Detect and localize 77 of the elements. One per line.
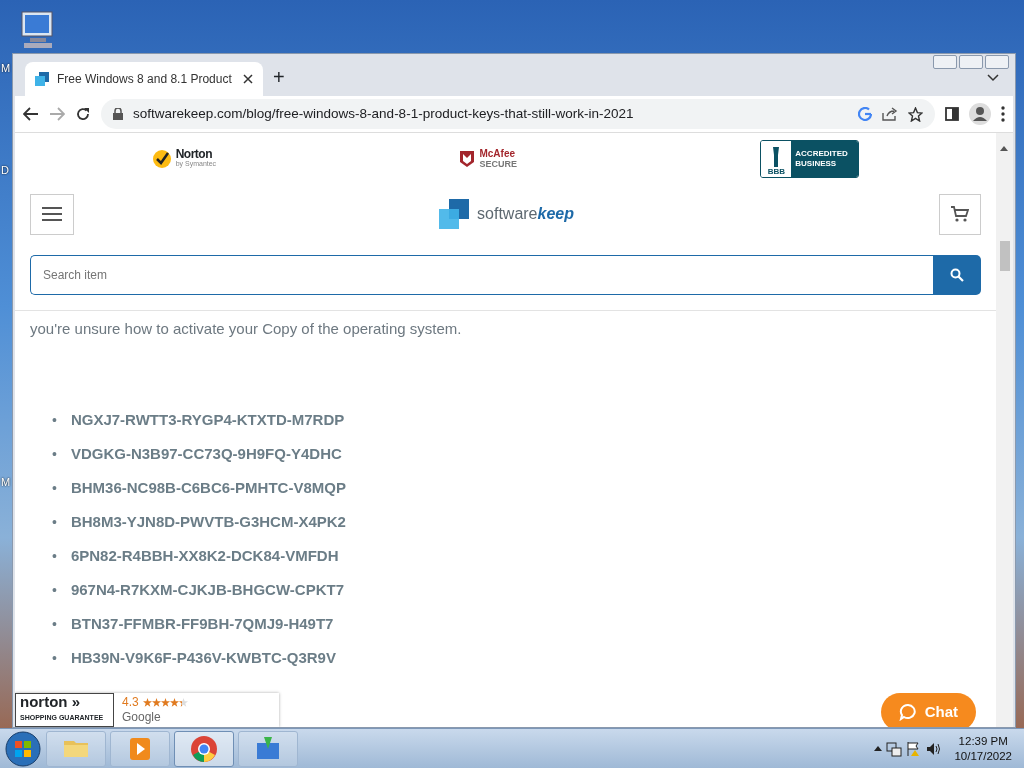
menu-button[interactable] xyxy=(30,193,74,235)
bullet: • xyxy=(52,580,57,599)
shield-icon xyxy=(459,150,476,168)
bullet: • xyxy=(52,512,57,531)
bullet: • xyxy=(52,410,57,429)
bullet: • xyxy=(52,614,57,633)
network-icon[interactable] xyxy=(886,740,903,757)
taskbar-app-button[interactable] xyxy=(238,730,298,767)
badge-subtitle: SECURE xyxy=(479,159,517,169)
product-key: 6PN82-R4BBH-XX8K2-DCK84-VMFDH xyxy=(70,545,339,566)
scrollbar[interactable] xyxy=(996,133,1013,727)
cart-icon xyxy=(951,206,969,222)
paragraph-text: you're unsure how to activate your Copy of the operating system. xyxy=(30,319,463,339)
badge-title: Norton xyxy=(175,150,213,159)
logo-icon xyxy=(439,199,470,229)
seal-brand: norton » xyxy=(20,694,81,710)
desktop-icon-label: M xyxy=(1,475,11,490)
bullet: • xyxy=(52,444,57,463)
logo-text: softwarekeep xyxy=(477,204,574,224)
product-key: BH8M3-YJN8D-PWVTB-G3HCM-X4PK2 xyxy=(70,511,346,532)
badge-subtitle: ACCREDITED BUSINESS xyxy=(795,149,849,169)
bullet: • xyxy=(52,478,57,497)
browser-tab[interactable]: Free Windows 8 and 8.1 Product xyxy=(25,62,263,96)
search-icon xyxy=(950,268,964,282)
bullet: • xyxy=(52,648,57,667)
chat-bubble-icon xyxy=(898,702,917,721)
hamburger-icon xyxy=(42,207,62,221)
product-key: 967N4-R7KXM-CJKJB-BHGCW-CPKT7 xyxy=(70,579,344,600)
badge-logo-text: BBB xyxy=(767,167,785,176)
close-button[interactable] xyxy=(985,55,1009,69)
product-key: NGXJ7-RWTT3-RYGP4-KTXTD-M7RDP xyxy=(70,409,345,430)
menu-icon[interactable] xyxy=(1001,106,1005,122)
lock-icon xyxy=(113,108,123,120)
scroll-up-icon[interactable] xyxy=(1000,146,1008,152)
review-source: Google xyxy=(122,710,162,725)
date-text: 10/17/2022 xyxy=(954,748,1012,764)
star-icon xyxy=(178,698,188,707)
share-icon[interactable] xyxy=(882,107,898,121)
product-key: BTN37-FFMBR-FF9BH-7QMJ9-H49T7 xyxy=(70,613,334,634)
time-text: 12:39 PM xyxy=(957,733,1009,749)
star-icon xyxy=(160,698,170,707)
side-panel-icon[interactable] xyxy=(945,107,959,121)
minimize-button[interactable] xyxy=(933,55,957,69)
product-key: VDGKG-N3B97-CC73Q-9H9FQ-Y4DHC xyxy=(70,443,342,464)
badge-title: McAfee xyxy=(479,149,517,159)
star-icon[interactable] xyxy=(908,106,923,122)
chevron-down-icon[interactable] xyxy=(987,74,999,82)
maximize-button[interactable] xyxy=(959,55,983,69)
taskbar-app-button[interactable] xyxy=(174,730,234,767)
search-button[interactable] xyxy=(933,255,981,295)
star-icon xyxy=(151,698,161,707)
close-icon[interactable] xyxy=(243,74,253,84)
search-field[interactable]: Search item xyxy=(30,255,933,295)
desktop-icon-label: M xyxy=(1,61,11,76)
product-key: BHM36-NC98B-C6BC6-PMHTC-V8MQP xyxy=(70,477,346,498)
show-hidden-icons-icon[interactable] xyxy=(874,746,883,751)
product-key: HB39N-V9K6F-P436V-KWBTC-Q3R9V xyxy=(70,647,336,668)
clock[interactable]: 12:39 PM 10/17/2022 xyxy=(954,733,1012,764)
tab-title: Free Windows 8 and 8.1 Product xyxy=(57,71,233,88)
back-icon[interactable] xyxy=(23,107,39,121)
start-button-icon[interactable] xyxy=(4,729,42,768)
checkmark-icon xyxy=(151,149,172,169)
url-text: softwarekeep.com/blog/free-windows-8-and-8-1-product-keys-that-still-work-in-2021 xyxy=(133,104,635,123)
new-tab-button[interactable]: + xyxy=(273,62,285,92)
scrollbar-thumb[interactable] xyxy=(1000,241,1010,271)
rating-value: 4.3 xyxy=(122,695,139,710)
address-bar[interactable]: softwarekeep.com/blog/free-windows-8-and-8-1-product-keys-that-still-work-in-2021 xyxy=(101,99,935,129)
star-icon xyxy=(169,698,179,707)
site-favicon xyxy=(35,72,49,86)
star-icon xyxy=(142,698,152,707)
chrome-icon xyxy=(190,734,218,763)
desktop-icon-label: D xyxy=(1,163,9,178)
reload-icon[interactable] xyxy=(75,106,91,122)
google-icon[interactable] xyxy=(858,107,872,121)
bullet: • xyxy=(52,546,57,565)
cart-button[interactable] xyxy=(939,193,981,235)
profile-icon[interactable] xyxy=(969,103,991,125)
